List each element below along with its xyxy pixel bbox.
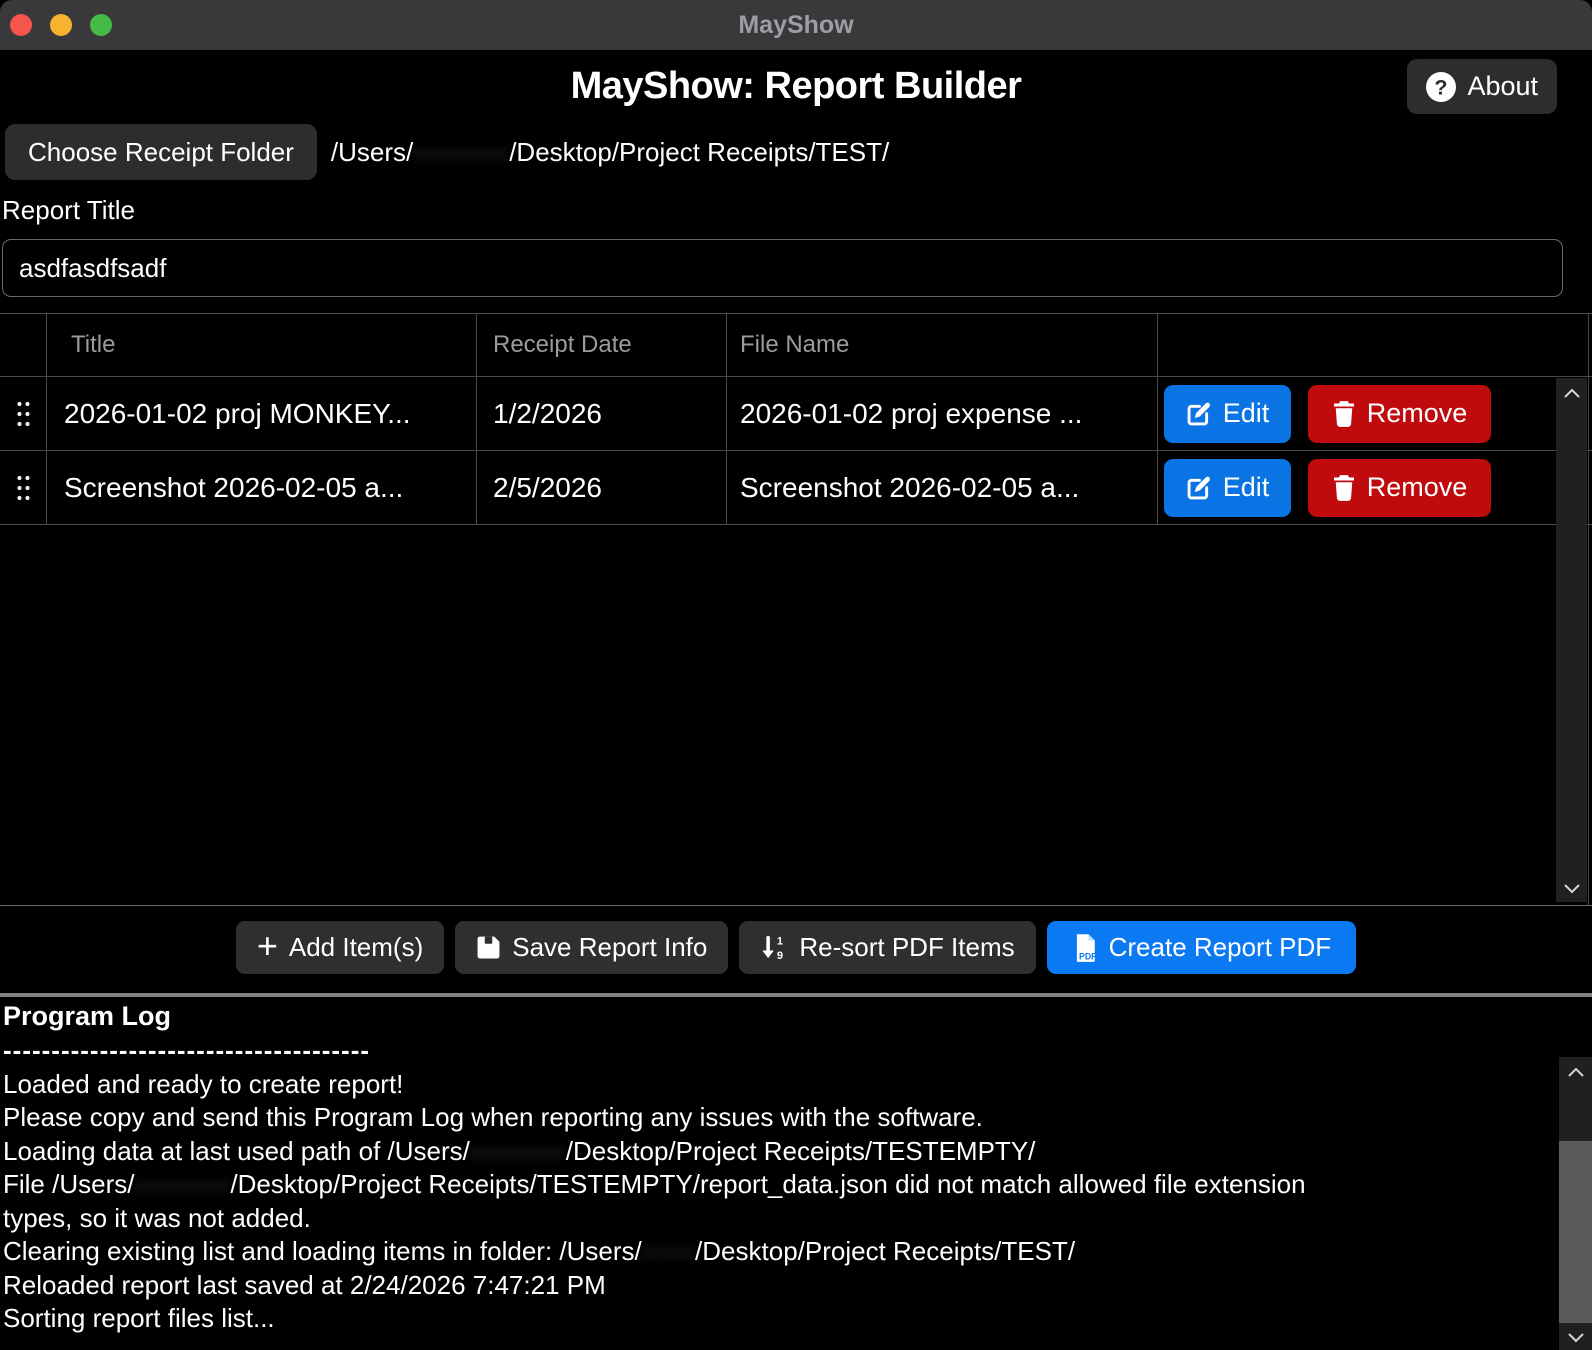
resort-pdf-items-label: Re-sort PDF Items [799, 932, 1014, 963]
row-file-name: Screenshot 2026-02-05 a... [727, 451, 1158, 524]
report-title-label: Report Title [2, 195, 1592, 226]
edit-button-label: Edit [1223, 472, 1270, 503]
create-report-pdf-button[interactable]: PDF Create Report PDF [1047, 921, 1357, 974]
scroll-down-icon[interactable] [1556, 882, 1587, 895]
row-actions: Edit Remove [1158, 451, 1592, 524]
svg-text:1: 1 [777, 935, 783, 947]
row-title: 2026-01-02 proj MONKEY... [47, 377, 477, 450]
table-row: Screenshot 2026-02-05 a... 2/5/2026 Scre… [0, 451, 1592, 525]
svg-text:9: 9 [777, 949, 783, 960]
trash-icon [1332, 474, 1356, 501]
plus-icon: + [257, 928, 278, 964]
drag-handle[interactable] [0, 451, 47, 524]
log-redacted-username: ····· [642, 1236, 695, 1266]
trash-icon [1332, 400, 1356, 427]
column-header-file-name: File Name [727, 314, 1158, 376]
log-redacted-username: ········· [470, 1136, 566, 1166]
page-title: MayShow: Report Builder [0, 57, 1592, 115]
column-header-title: Title [47, 314, 477, 376]
about-button[interactable]: ? About [1407, 59, 1557, 114]
drag-handle[interactable] [0, 377, 47, 450]
scroll-up-icon[interactable] [1556, 387, 1587, 400]
table-header-row: Title Receipt Date File Name [0, 314, 1592, 377]
edit-button[interactable]: Edit [1164, 459, 1291, 517]
remove-button[interactable]: Remove [1308, 385, 1491, 443]
add-items-label: Add Item(s) [289, 932, 423, 963]
log-line: types, so it was not added. [3, 1202, 1547, 1236]
folder-row: Choose Receipt Folder /Users/·········/D… [0, 124, 1592, 180]
report-title-input[interactable] [2, 239, 1563, 297]
log-line: Loading data at last used path of /Users… [3, 1135, 1547, 1169]
resort-pdf-items-button[interactable]: 19 Re-sort PDF Items [739, 921, 1035, 974]
create-report-pdf-label: Create Report PDF [1109, 932, 1332, 963]
row-actions: Edit Remove [1158, 377, 1592, 450]
action-toolbar: + Add Item(s) Save Report Info 19 Re-sor… [0, 905, 1592, 993]
pencil-square-icon [1186, 401, 1212, 427]
save-report-info-label: Save Report Info [512, 932, 707, 963]
pdf-file-icon: PDF [1072, 933, 1098, 963]
table-right-border [1588, 314, 1589, 905]
app-header: MayShow: Report Builder ? About [0, 57, 1592, 115]
column-header-actions [1158, 314, 1592, 376]
log-line: Loaded and ready to create report! [3, 1068, 1547, 1102]
receipt-folder-path: /Users/·········/Desktop/Project Receipt… [331, 137, 889, 168]
row-file-name: 2026-01-02 proj expense ... [727, 377, 1158, 450]
svg-text:?: ? [1435, 74, 1448, 99]
save-floppy-icon [476, 935, 501, 960]
program-log-lines: -------------------------------------- L… [3, 1034, 1592, 1336]
app-window: MayShow MayShow: Report Builder ? About … [0, 0, 1592, 1350]
log-line: Clearing existing list and loading items… [3, 1235, 1547, 1269]
about-button-label: About [1467, 71, 1538, 102]
window-title: MayShow [0, 0, 1592, 50]
log-line: Please copy and send this Program Log wh… [3, 1101, 1547, 1135]
svg-text:PDF: PDF [1079, 951, 1097, 961]
sort-numeric-down-icon: 19 [760, 935, 788, 961]
log-line: File /Users/·········/Desktop/Project Re… [3, 1168, 1547, 1202]
log-line: Reloaded report last saved at 2/24/2026 … [3, 1269, 1547, 1303]
log-redacted-username: ········· [134, 1169, 230, 1199]
folder-path-prefix: /Users/ [331, 137, 413, 168]
log-line: Sorting report files list... [3, 1302, 1547, 1336]
add-items-button[interactable]: + Add Item(s) [236, 921, 444, 974]
grip-dots-icon [16, 400, 31, 428]
remove-button-label: Remove [1367, 398, 1468, 429]
remove-button[interactable]: Remove [1308, 459, 1491, 517]
save-report-info-button[interactable]: Save Report Info [455, 921, 728, 974]
program-log-heading: Program Log [3, 1000, 1592, 1033]
row-receipt-date: 2/5/2026 [477, 451, 727, 524]
folder-path-redacted-username: ········· [413, 137, 509, 168]
program-log: Program Log ----------------------------… [0, 997, 1592, 1350]
question-circle-icon: ? [1426, 72, 1456, 102]
receipt-items-table: Title Receipt Date File Name 2026-01-02 … [0, 313, 1592, 905]
pencil-square-icon [1186, 475, 1212, 501]
remove-button-label: Remove [1367, 472, 1468, 503]
titlebar: MayShow [0, 0, 1592, 50]
row-title: Screenshot 2026-02-05 a... [47, 451, 477, 524]
log-scrollbar[interactable] [1559, 1057, 1592, 1350]
scroll-up-icon[interactable] [1559, 1066, 1592, 1079]
column-header-receipt-date: Receipt Date [477, 314, 727, 376]
log-scrollbar-thumb[interactable] [1559, 1141, 1592, 1323]
edit-button[interactable]: Edit [1164, 385, 1291, 443]
table-row: 2026-01-02 proj MONKEY... 1/2/2026 2026-… [0, 377, 1592, 451]
grip-dots-icon [16, 474, 31, 502]
header-handle-column [0, 314, 47, 376]
edit-button-label: Edit [1223, 398, 1270, 429]
log-line: -------------------------------------- [3, 1034, 1547, 1068]
scroll-down-icon[interactable] [1559, 1331, 1592, 1344]
table-scrollbar[interactable] [1556, 378, 1587, 902]
row-receipt-date: 1/2/2026 [477, 377, 727, 450]
choose-receipt-folder-button[interactable]: Choose Receipt Folder [5, 124, 317, 180]
folder-path-suffix: /Desktop/Project Receipts/TEST/ [509, 137, 889, 168]
